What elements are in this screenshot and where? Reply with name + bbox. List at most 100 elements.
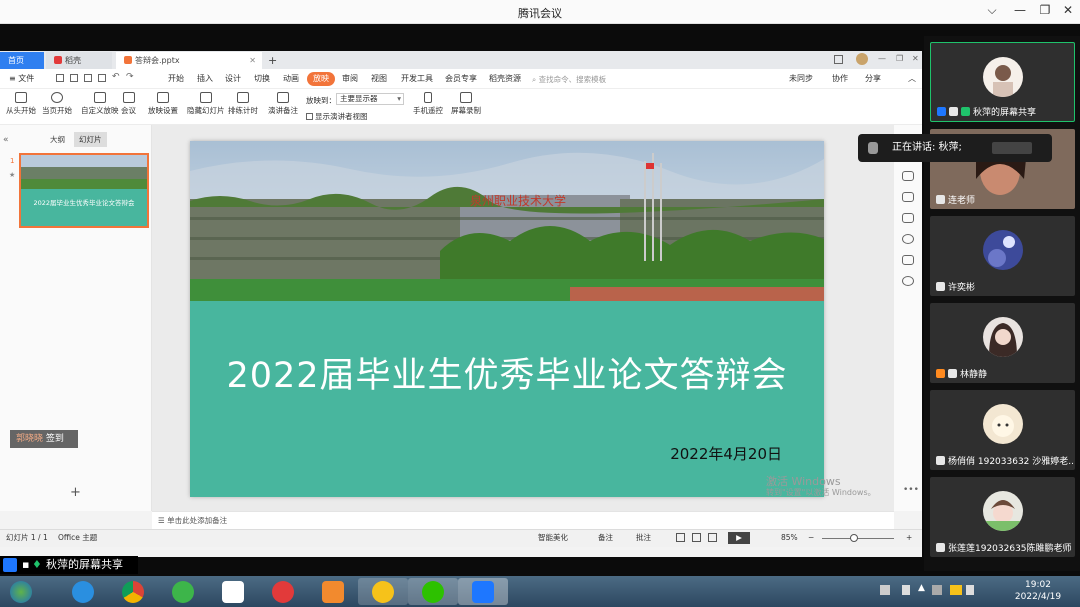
menu-developer[interactable]: 开发工具: [398, 72, 436, 86]
close-icon[interactable]: ✕: [1059, 3, 1077, 17]
rehearse-timing-button[interactable]: 排练计时: [228, 92, 258, 116]
taskbar-netease-music[interactable]: [258, 578, 308, 605]
taskbar-ie[interactable]: [58, 578, 108, 605]
tools-icon[interactable]: [902, 255, 914, 265]
start-button[interactable]: [2, 578, 42, 605]
redo-icon[interactable]: ↷: [126, 72, 134, 82]
taskbar-pdf[interactable]: [308, 578, 358, 605]
close-tab-icon[interactable]: ✕: [249, 52, 256, 69]
menu-animation[interactable]: 动画: [280, 72, 302, 86]
menu-member[interactable]: 会员专享: [442, 72, 480, 86]
speaker-notes-button[interactable]: 演讲备注: [268, 92, 298, 116]
notes-bar[interactable]: ☰ 单击此处添加备注: [152, 511, 894, 531]
user-avatar[interactable]: [856, 53, 868, 65]
command-search[interactable]: ⌕ 查找命令、搜索模板: [532, 74, 606, 85]
presenter-view-checkbox[interactable]: 显示演讲者视图: [306, 111, 368, 122]
tray-arrow-icon[interactable]: ▲: [918, 583, 925, 593]
minimize-icon[interactable]: —: [1011, 3, 1029, 17]
animation-icon[interactable]: [902, 192, 914, 202]
signin-overlay[interactable]: 郭晓晓 签到: [10, 430, 78, 448]
wps-close-icon[interactable]: ✕: [912, 54, 919, 63]
participant-tile[interactable]: 林静静: [930, 303, 1075, 383]
taskbar-360-safe[interactable]: [358, 578, 408, 605]
restore-icon[interactable]: ❐: [1036, 3, 1054, 17]
tab-pptx[interactable]: 答辩会.pptx ✕: [116, 52, 262, 69]
tab-home[interactable]: 首页: [0, 52, 44, 69]
window-layout-icon[interactable]: [834, 55, 843, 64]
menu-insert[interactable]: 插入: [194, 72, 216, 86]
location-icon[interactable]: [902, 276, 914, 286]
collapse-icon[interactable]: ⌵: [983, 3, 1001, 18]
show-settings-button[interactable]: 放映设置: [148, 92, 178, 116]
sync-status[interactable]: 未同步: [786, 72, 816, 86]
participant-tile[interactable]: 张莲莲192032635陈雎鹏老师: [930, 477, 1075, 557]
screen-record-button[interactable]: 屏幕录制: [451, 92, 481, 116]
smart-beautify-button[interactable]: 智能美化: [538, 530, 568, 546]
from-beginning-button[interactable]: 从头开始: [6, 92, 36, 116]
export-icon[interactable]: [70, 74, 78, 82]
reading-view-icon[interactable]: [708, 533, 717, 542]
play-button[interactable]: ▶: [728, 532, 750, 544]
help-icon[interactable]: [902, 234, 914, 244]
menu-slideshow[interactable]: 放映: [307, 72, 335, 86]
tab-outline[interactable]: 大纲: [50, 134, 65, 145]
zoom-level[interactable]: 85%: [781, 530, 798, 546]
menu-start[interactable]: 开始: [165, 72, 187, 86]
collapse-pane-icon[interactable]: «: [3, 135, 9, 145]
normal-view-icon[interactable]: [676, 533, 685, 542]
taskbar-tencent-meeting[interactable]: [458, 578, 508, 605]
phone-remote-button[interactable]: 手机遥控: [413, 92, 443, 116]
zoom-out-button[interactable]: −: [808, 530, 814, 546]
taskbar-wechat[interactable]: [408, 578, 458, 605]
taskbar-chrome[interactable]: [108, 578, 158, 605]
save-icon[interactable]: [56, 74, 64, 82]
settings-icon: [157, 92, 169, 103]
add-tab-button[interactable]: +: [264, 52, 277, 69]
sorter-view-icon[interactable]: [692, 533, 701, 542]
slide[interactable]: 泉州职业技术大学 2022届毕业生优秀毕业论文答辩会 2022年4月20日: [190, 141, 824, 497]
undo-icon[interactable]: ↶: [112, 72, 120, 82]
menu-review[interactable]: 审阅: [339, 72, 361, 86]
participant-tile[interactable]: 杨俏俏 192033632 沙雅婷老...: [930, 390, 1075, 470]
mic-active-icon: ♦: [32, 558, 42, 571]
keyboard-icon[interactable]: [880, 585, 890, 595]
hide-slide-button[interactable]: 隐藏幻灯片: [187, 92, 225, 116]
participant-tile[interactable]: 许奕彬: [930, 216, 1075, 296]
taskbar-360[interactable]: [158, 578, 208, 605]
menu-docer-resources[interactable]: 稻壳资源: [486, 72, 524, 86]
volume-icon[interactable]: [966, 585, 974, 595]
tab-slides[interactable]: 幻灯片: [74, 132, 107, 147]
wps-restore-icon[interactable]: ❐: [896, 54, 903, 63]
tray-app-icon[interactable]: [950, 585, 962, 595]
wps-minimize-icon[interactable]: —: [878, 54, 886, 63]
participant-tile[interactable]: 秋萍的屏幕共享: [930, 42, 1075, 122]
add-slide-button[interactable]: +: [70, 485, 81, 500]
slide-thumbnail[interactable]: 2022届毕业生优秀毕业论文答辩会: [19, 153, 149, 228]
from-current-button[interactable]: 当页开始: [42, 92, 72, 116]
usb-icon[interactable]: [902, 585, 910, 595]
more-options-icon[interactable]: •••: [903, 485, 919, 495]
comments-toggle-button[interactable]: 批注: [636, 530, 651, 546]
properties-icon[interactable]: [902, 213, 914, 223]
zoom-slider[interactable]: [822, 538, 894, 539]
meeting-button[interactable]: 会议: [121, 92, 136, 116]
format-icon[interactable]: [902, 171, 914, 181]
taskbar-clock[interactable]: 19:02 2022/4/19: [1014, 579, 1062, 603]
menu-design[interactable]: 设计: [222, 72, 244, 86]
zoom-slider-thumb[interactable]: [850, 534, 858, 542]
collaborate-button[interactable]: 协作: [829, 72, 851, 86]
file-menu[interactable]: ≡ 文件: [6, 72, 37, 86]
preview-icon[interactable]: [98, 74, 106, 82]
tab-docer[interactable]: 稻壳: [46, 52, 112, 69]
monitor-select[interactable]: 主要显示器 ▾: [336, 93, 404, 105]
print-icon[interactable]: [84, 74, 92, 82]
notes-toggle-button[interactable]: 备注: [598, 530, 613, 546]
menu-transition[interactable]: 切换: [251, 72, 273, 86]
collapse-ribbon-icon[interactable]: ︿: [905, 72, 919, 86]
custom-show-button[interactable]: 自定义放映: [81, 92, 119, 116]
taskbar-baidu-netdisk[interactable]: [208, 578, 258, 605]
network-icon[interactable]: [932, 585, 942, 595]
menu-view[interactable]: 视图: [368, 72, 390, 86]
zoom-in-button[interactable]: +: [906, 530, 912, 546]
share-button[interactable]: 分享: [862, 72, 884, 86]
